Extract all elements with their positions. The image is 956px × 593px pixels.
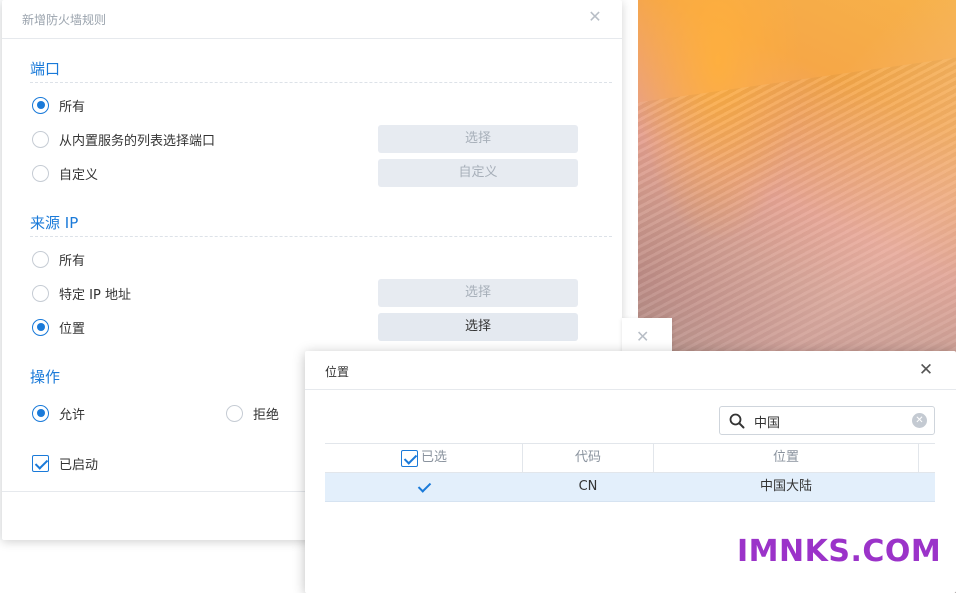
port-option-all[interactable]: 所有 — [32, 95, 85, 115]
location-select-button[interactable]: 选择 — [378, 313, 578, 341]
column-header-selected[interactable]: 已选 — [421, 444, 461, 472]
port-option-builtin[interactable]: 从内置服务的列表选择端口 — [32, 129, 215, 149]
checkbox-checked[interactable] — [32, 454, 49, 472]
radio-selected[interactable] — [32, 96, 49, 114]
search-input[interactable]: 中国 — [754, 412, 780, 431]
watermark-text: IMNKS.COM — [737, 534, 942, 569]
enabled-label: 已启动 — [59, 457, 99, 473]
source-option-location[interactable]: 位置 — [32, 317, 85, 337]
location-table: 已选 代码 位置 CN 中国大陆 — [325, 443, 935, 502]
row-checkbox-checked[interactable] — [416, 479, 433, 496]
popup-title: 位置 — [325, 365, 350, 379]
search-icon — [729, 413, 745, 429]
port-section-title: 端口 — [30, 60, 61, 78]
column-header-location[interactable]: 位置 — [654, 444, 918, 472]
close-icon[interactable]: ✕ — [636, 328, 649, 346]
dialog-title: 新增防火墙规则 — [22, 13, 107, 27]
radio-selected[interactable] — [32, 318, 49, 336]
popup-title-divider — [305, 389, 956, 390]
port-section-divider — [30, 82, 612, 83]
clear-icon[interactable]: ✕ — [912, 413, 927, 428]
search-field[interactable]: 中国 ✕ — [719, 406, 935, 435]
column-header-code[interactable]: 代码 — [523, 444, 653, 472]
port-custom-button[interactable]: 自定义 — [378, 159, 578, 187]
radio-unselected[interactable] — [32, 164, 49, 182]
radio-unselected[interactable] — [32, 250, 49, 268]
enabled-checkbox[interactable]: 已启动 — [32, 453, 98, 473]
source-ip-section-title: 来源 IP — [30, 214, 79, 232]
action-section-title: 操作 — [30, 368, 61, 386]
port-option-custom-label: 自定义 — [59, 167, 99, 183]
action-deny-label: 拒绝 — [253, 407, 280, 423]
source-option-location-label: 位置 — [59, 321, 86, 337]
close-icon[interactable]: ✕ — [586, 8, 604, 26]
port-option-builtin-label: 从内置服务的列表选择端口 — [59, 133, 216, 149]
row-location: 中国大陆 — [759, 479, 812, 494]
row-code: CN — [578, 479, 598, 494]
action-allow-label: 允许 — [59, 407, 86, 423]
table-row[interactable]: CN 中国大陆 — [325, 473, 935, 502]
source-option-all-label: 所有 — [59, 253, 86, 269]
action-allow[interactable]: 允许 — [32, 403, 85, 423]
port-builtin-select-button[interactable]: 选择 — [378, 125, 578, 153]
source-option-specific-ip[interactable]: 特定 IP 地址 — [32, 283, 131, 303]
radio-unselected[interactable] — [32, 284, 49, 302]
table-header: 已选 代码 位置 — [325, 443, 935, 473]
port-option-custom[interactable]: 自定义 — [32, 163, 98, 183]
source-option-all[interactable]: 所有 — [32, 249, 85, 269]
specific-ip-select-button[interactable]: 选择 — [378, 279, 578, 307]
port-option-all-label: 所有 — [59, 99, 86, 115]
close-icon[interactable]: ✕ — [917, 361, 935, 379]
source-option-specific-ip-label: 特定 IP 地址 — [59, 287, 131, 303]
radio-unselected[interactable] — [226, 404, 243, 422]
source-ip-section-divider — [30, 236, 612, 237]
action-deny[interactable]: 拒绝 — [226, 403, 279, 423]
location-popup: 位置 ✕ 中国 ✕ 已选 代码 位置 CN 中国大陆 IMNKS.COM — [305, 351, 956, 593]
title-divider — [2, 38, 622, 39]
radio-unselected[interactable] — [32, 130, 49, 148]
radio-selected[interactable] — [32, 404, 49, 422]
column-divider — [918, 444, 919, 472]
select-all-checkbox[interactable] — [401, 450, 418, 467]
